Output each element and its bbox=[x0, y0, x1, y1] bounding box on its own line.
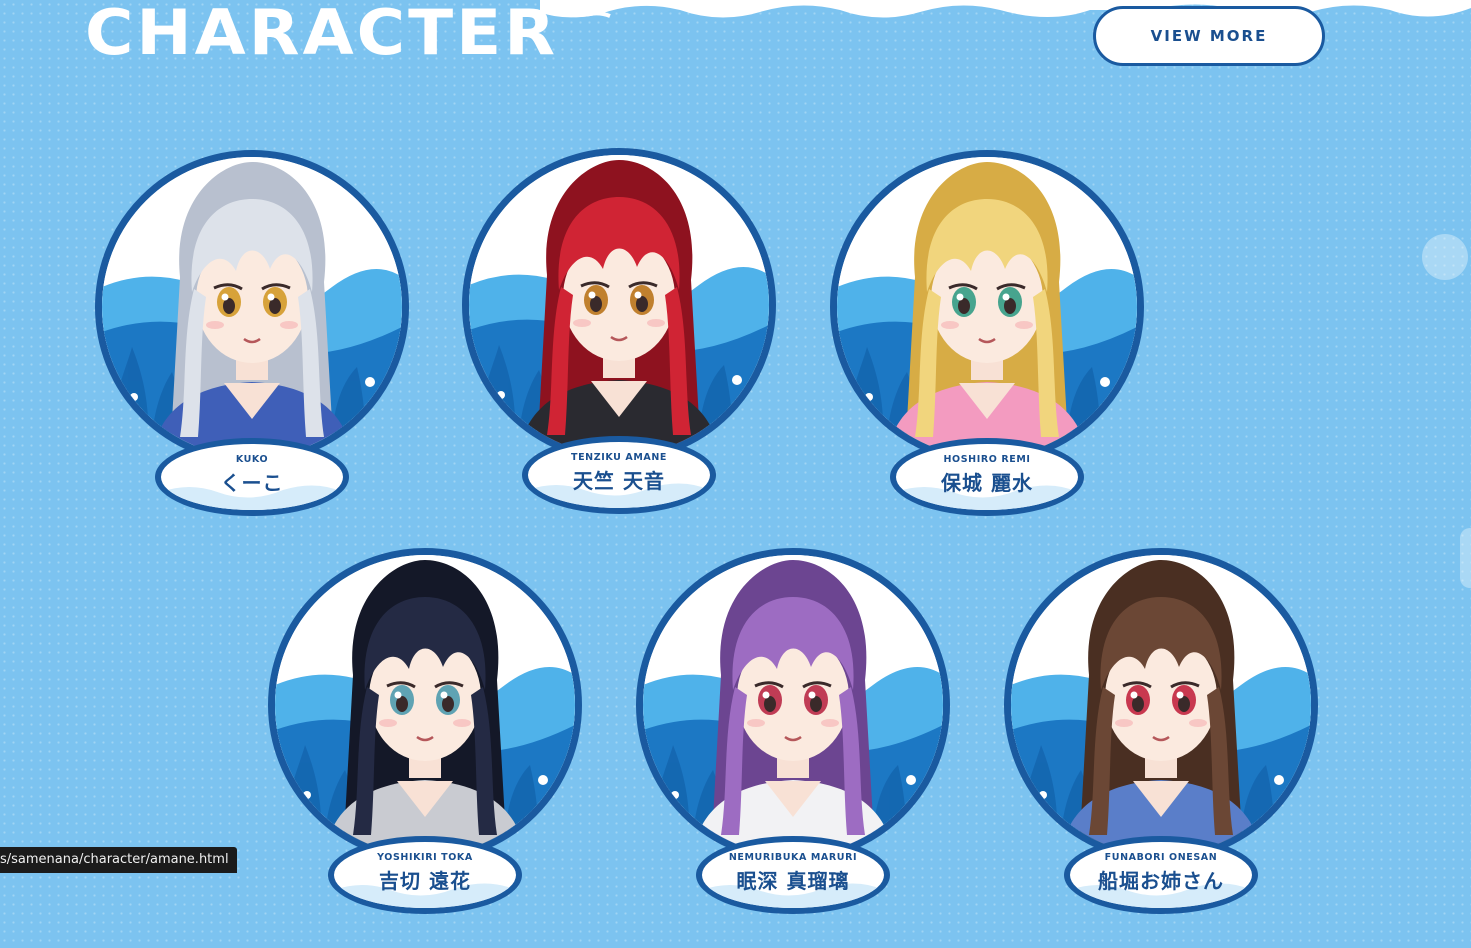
character-card[interactable]: FUNABORI ONESAN 船堀お姉さん bbox=[1004, 548, 1334, 948]
character-nameplate[interactable]: FUNABORI ONESAN 船堀お姉さん bbox=[1064, 836, 1258, 914]
character-nameplate[interactable]: NEMURIBUKA MARURI 眠深 真瑠璃 bbox=[696, 836, 890, 914]
character-card[interactable]: TENZIKU AMANE 天竺 天音 bbox=[462, 148, 792, 548]
character-name-japanese: 保城 麗水 bbox=[941, 471, 1033, 495]
character-name-japanese: くーこ bbox=[220, 471, 284, 495]
character-nameplate[interactable]: KUKO くーこ bbox=[155, 438, 349, 516]
character-nameplate[interactable]: HOSHIRO REMI 保城 麗水 bbox=[890, 438, 1084, 516]
character-name-romaji: FUNABORI ONESAN bbox=[1104, 852, 1218, 863]
character-card[interactable]: HOSHIRO REMI 保城 麗水 bbox=[830, 150, 1160, 550]
character-nameplate[interactable]: TENZIKU AMANE 天竺 天音 bbox=[522, 436, 716, 514]
character-portrait[interactable] bbox=[95, 150, 409, 464]
character-name-japanese: 天竺 天音 bbox=[573, 469, 665, 493]
status-bar-link-preview: s/samenana/character/amane.html bbox=[0, 847, 237, 873]
decorative-bubble bbox=[1422, 234, 1468, 280]
character-portrait[interactable] bbox=[268, 548, 582, 862]
character-card[interactable]: YOSHIKIRI TOKA 吉切 遠花 bbox=[268, 548, 598, 948]
character-card[interactable]: KUKO くーこ bbox=[95, 150, 425, 550]
character-name-romaji: HOSHIRO REMI bbox=[943, 454, 1031, 465]
character-name-romaji: TENZIKU AMANE bbox=[571, 452, 667, 463]
character-name-romaji: YOSHIKIRI TOKA bbox=[377, 852, 473, 863]
section-title: CHARACTER bbox=[85, 0, 559, 70]
view-more-button[interactable]: VIEW MORE bbox=[1093, 6, 1325, 66]
character-name-romaji: KUKO bbox=[235, 454, 269, 465]
character-portrait[interactable] bbox=[636, 548, 950, 862]
decorative-bubble bbox=[1460, 528, 1471, 588]
character-portrait[interactable] bbox=[1004, 548, 1318, 862]
character-nameplate[interactable]: YOSHIKIRI TOKA 吉切 遠花 bbox=[328, 836, 522, 914]
character-portrait[interactable] bbox=[462, 148, 776, 462]
character-portrait[interactable] bbox=[830, 150, 1144, 464]
character-name-japanese: 吉切 遠花 bbox=[379, 869, 471, 893]
character-name-japanese: 船堀お姉さん bbox=[1098, 869, 1224, 893]
character-name-japanese: 眠深 真瑠璃 bbox=[736, 869, 850, 893]
character-card[interactable]: NEMURIBUKA MARURI 眠深 真瑠璃 bbox=[636, 548, 966, 948]
character-name-romaji: NEMURIBUKA MARURI bbox=[728, 852, 858, 863]
